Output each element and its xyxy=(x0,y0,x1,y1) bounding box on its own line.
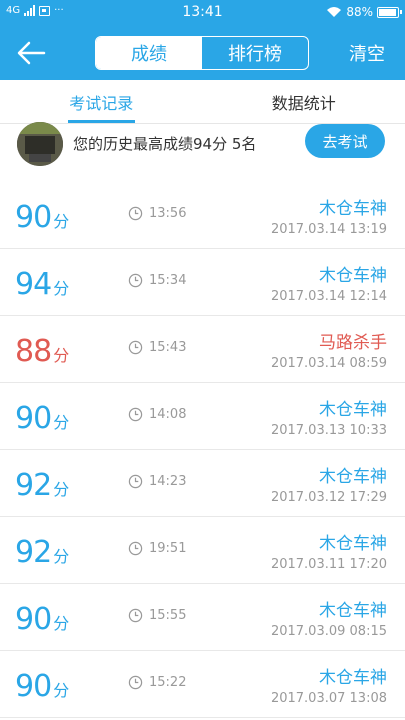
record-row[interactable]: 90 分 15:22 木仓车神 2017.03.07 13:08 xyxy=(0,651,405,718)
record-date: 2017.03.11 17:20 xyxy=(270,557,387,572)
tab-bar: 考试记录 数据统计 xyxy=(0,80,405,124)
back-button[interactable] xyxy=(14,38,48,68)
battery-percent: 88% xyxy=(346,5,373,19)
score: 90 分 xyxy=(15,602,69,637)
score-unit: 分 xyxy=(53,480,70,499)
duration: 15:34 xyxy=(128,273,186,288)
clear-button[interactable]: 清空 xyxy=(349,40,385,66)
record-row[interactable]: 88 分 15:43 马路杀手 2017.03.14 08:59 xyxy=(0,316,405,383)
duration-value: 15:22 xyxy=(149,675,187,690)
record-list: 90 分 13:56 木仓车神 2017.03.14 13:19 94 分 15:3… xyxy=(0,182,405,718)
best-score-text: 您的历史最高成绩94分 5名 xyxy=(73,135,257,153)
duration-value: 15:55 xyxy=(149,608,187,623)
score-value: 88 xyxy=(15,334,52,369)
avatar-image xyxy=(17,122,63,166)
clock-icon xyxy=(128,273,143,288)
score-unit: 分 xyxy=(53,681,70,700)
score: 90 分 xyxy=(15,200,69,235)
clock-icon xyxy=(128,608,143,623)
take-exam-button[interactable]: 去考试 xyxy=(305,124,385,158)
battery-icon xyxy=(377,6,402,18)
record-row[interactable]: 94 分 15:34 木仓车神 2017.03.14 12:14 xyxy=(0,249,405,316)
tab-exam-records[interactable]: 考试记录 xyxy=(0,80,203,123)
duration-value: 19:51 xyxy=(149,541,187,556)
clock-icon xyxy=(128,206,143,221)
wifi-icon xyxy=(327,7,342,17)
clock-icon xyxy=(128,407,143,422)
app-header: 成绩 排行榜 清空 xyxy=(0,26,405,80)
score-value: 94 xyxy=(15,267,52,302)
segment-scores[interactable]: 成绩 xyxy=(96,37,202,69)
rank-title: 木仓车神 xyxy=(319,601,387,621)
back-arrow-icon xyxy=(17,41,46,65)
score-unit: 分 xyxy=(53,346,70,365)
status-bar: 4G ··· 13:41 88% xyxy=(0,0,405,26)
score: 94 分 xyxy=(15,267,69,302)
score-value: 92 xyxy=(15,535,52,570)
score-unit: 分 xyxy=(53,614,70,633)
score-value: 90 xyxy=(15,602,52,637)
clock-icon xyxy=(128,541,143,556)
clock-icon xyxy=(128,675,143,690)
record-row[interactable]: 92 分 19:51 木仓车神 2017.03.11 17:20 xyxy=(0,517,405,584)
rank-title: 木仓车神 xyxy=(319,534,387,554)
rank-title: 木仓车神 xyxy=(319,668,387,688)
clock-icon xyxy=(128,340,143,355)
record-row[interactable]: 90 分 15:55 木仓车神 2017.03.09 08:15 xyxy=(0,584,405,651)
score: 92 分 xyxy=(15,535,69,570)
duration-value: 14:23 xyxy=(149,474,187,489)
duration-value: 15:34 xyxy=(149,273,187,288)
duration: 14:23 xyxy=(128,474,186,489)
duration: 19:51 xyxy=(128,541,186,556)
score: 88 分 xyxy=(15,334,69,369)
record-date: 2017.03.09 08:15 xyxy=(270,624,387,639)
status-right: 88% xyxy=(326,5,402,19)
score: 92 分 xyxy=(15,468,69,503)
score: 90 分 xyxy=(15,401,69,436)
score-value: 90 xyxy=(15,669,52,704)
duration: 14:08 xyxy=(128,407,186,422)
record-date: 2017.03.12 17:29 xyxy=(270,490,387,505)
record-date: 2017.03.14 12:14 xyxy=(270,289,387,304)
rank-title: 木仓车神 xyxy=(319,400,387,420)
duration-value: 13:56 xyxy=(149,206,187,221)
rank-title: 木仓车神 xyxy=(319,467,387,487)
record-date: 2017.03.13 10:33 xyxy=(270,423,387,438)
duration-value: 15:43 xyxy=(149,340,187,355)
score-unit: 分 xyxy=(53,547,70,566)
duration: 15:22 xyxy=(128,675,186,690)
avatar xyxy=(17,122,63,166)
record-row[interactable]: 92 分 14:23 木仓车神 2017.03.12 17:29 xyxy=(0,450,405,517)
segment-ranking[interactable]: 排行榜 xyxy=(202,37,308,69)
rank-title: 木仓车神 xyxy=(319,199,387,219)
score-unit: 分 xyxy=(53,413,70,432)
duration-value: 14:08 xyxy=(149,407,187,422)
score-value: 90 xyxy=(15,200,52,235)
score-value: 90 xyxy=(15,401,52,436)
rank-title: 马路杀手 xyxy=(319,333,387,353)
record-date: 2017.03.14 08:59 xyxy=(270,356,387,371)
clock-icon xyxy=(128,474,143,489)
record-date: 2017.03.07 13:08 xyxy=(270,691,387,706)
record-row[interactable]: 90 分 14:08 木仓车神 2017.03.13 10:33 xyxy=(0,383,405,450)
duration: 13:56 xyxy=(128,206,186,221)
score-unit: 分 xyxy=(53,279,70,298)
duration: 15:55 xyxy=(128,608,186,623)
record-date: 2017.03.14 13:19 xyxy=(270,222,387,237)
record-row[interactable]: 90 分 13:56 木仓车神 2017.03.14 13:19 xyxy=(0,182,405,249)
segment-control: 成绩 排行榜 xyxy=(95,36,309,70)
rank-title: 木仓车神 xyxy=(319,266,387,286)
tab-statistics[interactable]: 数据统计 xyxy=(203,80,405,123)
score: 90 分 xyxy=(15,669,69,704)
score-value: 92 xyxy=(15,468,52,503)
summary-bar: 您的历史最高成绩94分 5名 去考试 xyxy=(0,122,405,174)
score-unit: 分 xyxy=(53,212,70,231)
duration: 15:43 xyxy=(128,340,186,355)
